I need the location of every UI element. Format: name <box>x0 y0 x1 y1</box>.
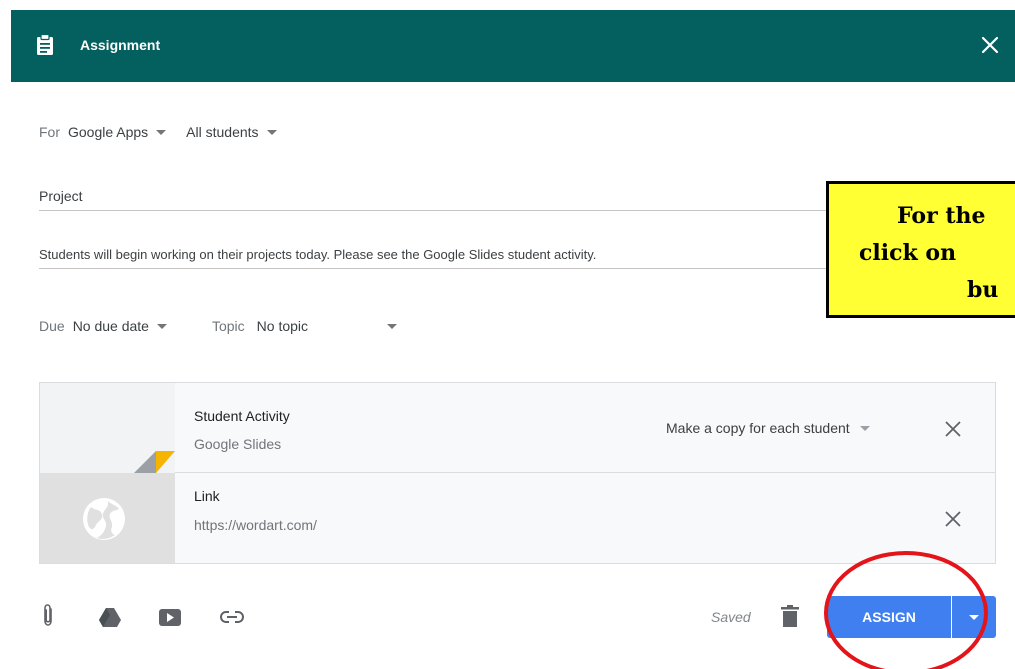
assign-button-label: ASSIGN <box>862 609 916 625</box>
attachment-subtitle: https://wordart.com/ <box>194 517 317 533</box>
dialog-header: Assignment <box>11 10 1015 82</box>
chevron-down-icon <box>969 614 979 620</box>
assign-options-dropdown[interactable] <box>952 596 996 638</box>
title-input[interactable]: Project <box>39 188 83 204</box>
instructions-input[interactable]: Students will begin working on their pro… <box>39 247 596 262</box>
due-topic-row: Due No due date Topic No topic <box>39 318 398 334</box>
saved-status: Saved <box>711 609 751 625</box>
remove-attachment-icon[interactable] <box>944 420 962 438</box>
callout-line-2: click on <box>859 240 957 266</box>
chevron-down-icon <box>266 129 277 135</box>
close-icon[interactable] <box>981 36 999 54</box>
paperclip-icon[interactable] <box>42 603 54 627</box>
instructions-input-value: Students will begin working on their pro… <box>39 247 597 262</box>
callout-line-1: For the <box>897 203 986 229</box>
topic-value: No topic <box>256 318 309 334</box>
attachment-subtitle: Google Slides <box>194 436 282 452</box>
assign-button[interactable]: ASSIGN <box>827 596 951 638</box>
clipboard-icon <box>37 34 53 55</box>
attachment-title: Link <box>194 488 220 504</box>
youtube-icon[interactable] <box>159 609 181 626</box>
instructions-underline <box>39 268 829 269</box>
title-input-value: Project <box>39 188 83 204</box>
share-mode-select[interactable]: Make a copy for each student <box>666 420 870 436</box>
due-date-select[interactable]: No due date <box>73 318 167 334</box>
google-drive-icon[interactable] <box>99 608 121 627</box>
title-underline <box>39 210 829 211</box>
attachment-item[interactable]: Link https://wordart.com/ <box>40 473 995 563</box>
instruction-callout: For the click on bu <box>826 181 1015 318</box>
remove-attachment-icon[interactable] <box>944 510 962 528</box>
chevron-down-icon <box>156 323 167 329</box>
due-date-value: No due date <box>72 318 149 334</box>
class-select-value: Google Apps <box>68 124 149 140</box>
share-mode-value: Make a copy for each student <box>666 420 850 436</box>
attachment-title: Student Activity <box>194 408 290 424</box>
attachments-list: Student Activity Google Slides Make a co… <box>39 382 996 564</box>
class-select[interactable]: Google Apps <box>68 124 167 140</box>
globe-icon <box>83 498 125 540</box>
topic-label: Topic <box>211 318 245 334</box>
students-select-value: All students <box>186 124 259 140</box>
chevron-down-icon <box>387 323 398 329</box>
slides-thumbnail-icon <box>40 383 175 473</box>
trash-icon[interactable] <box>781 605 799 627</box>
chevron-down-icon <box>859 425 870 431</box>
globe-thumbnail <box>40 473 175 563</box>
for-row: For Google Apps All students <box>39 124 277 140</box>
students-select[interactable]: All students <box>186 124 277 140</box>
topic-select[interactable]: No topic <box>256 318 398 334</box>
link-icon[interactable] <box>220 611 244 623</box>
attachment-item[interactable]: Student Activity Google Slides Make a co… <box>40 383 995 473</box>
chevron-down-icon <box>156 129 167 135</box>
due-label: Due <box>39 318 65 334</box>
dialog-title: Assignment <box>80 37 161 53</box>
callout-line-3: bu <box>967 277 999 303</box>
for-label: For <box>39 124 60 140</box>
